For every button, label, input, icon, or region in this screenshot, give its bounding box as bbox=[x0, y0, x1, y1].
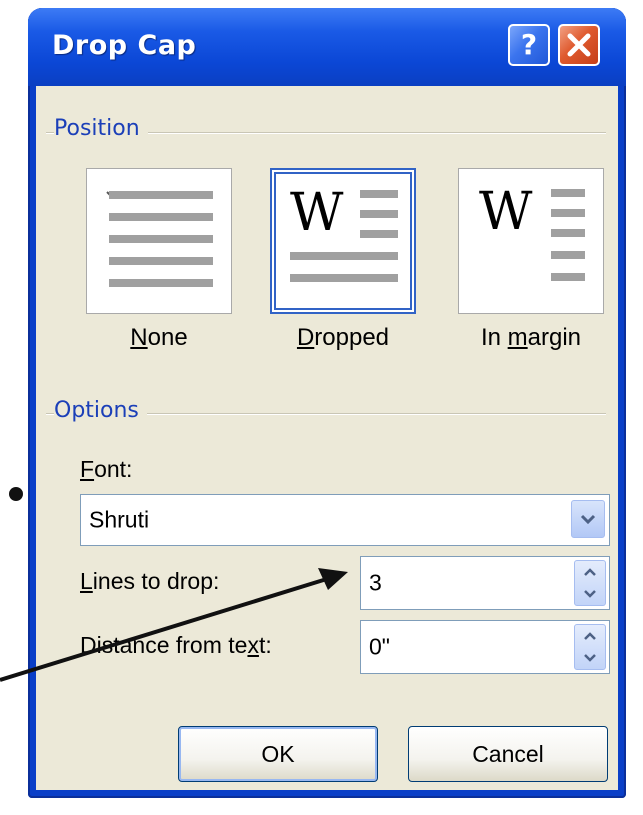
distance-from-text-input[interactable]: 0" bbox=[360, 620, 610, 674]
chevron-down-icon bbox=[584, 654, 596, 662]
position-group-label: Position bbox=[54, 116, 148, 141]
distance-from-text-label: Distance from text: bbox=[80, 632, 272, 658]
chevron-up-icon bbox=[584, 568, 596, 576]
lines-to-drop-spinner[interactable] bbox=[574, 560, 606, 606]
font-value: Shruti bbox=[89, 506, 150, 533]
distance-from-text-spinner[interactable] bbox=[574, 624, 606, 670]
position-dropped-label[interactable]: Dropped bbox=[260, 324, 426, 352]
position-in-margin-label[interactable]: In margin bbox=[448, 324, 614, 352]
position-none-label[interactable]: None bbox=[86, 324, 232, 352]
in-margin-preview-icon: W bbox=[479, 182, 585, 281]
dropped-preview-icon: W bbox=[290, 183, 398, 282]
ok-button[interactable]: OK bbox=[178, 726, 378, 782]
close-button[interactable] bbox=[558, 24, 600, 66]
dialog-title: Drop Cap bbox=[52, 30, 197, 61]
title-bar[interactable]: Drop Cap ? bbox=[28, 8, 626, 86]
drop-cap-dialog: Drop Cap ? Position W W None Dropped In … bbox=[28, 8, 626, 798]
position-in-margin-tile[interactable]: W bbox=[458, 168, 604, 314]
chevron-down-icon bbox=[580, 514, 596, 525]
font-label: Font: bbox=[80, 456, 133, 482]
preview-letter: W bbox=[479, 182, 533, 242]
font-select[interactable]: Shruti bbox=[80, 494, 610, 546]
dialog-body: Position W W None Dropped In margin Opti… bbox=[36, 86, 618, 790]
options-group-label: Options bbox=[54, 398, 147, 423]
position-none-tile[interactable] bbox=[86, 168, 232, 314]
font-dropdown-button[interactable] bbox=[571, 500, 605, 538]
help-button[interactable]: ? bbox=[508, 24, 550, 66]
lines-to-drop-input[interactable]: 3 bbox=[360, 556, 610, 610]
help-icon: ? bbox=[520, 28, 538, 61]
lines-to-drop-label: Lines to drop: bbox=[80, 568, 220, 594]
chevron-down-icon bbox=[584, 590, 596, 598]
spin-down-button[interactable] bbox=[575, 647, 605, 669]
position-dropped-tile[interactable]: W bbox=[270, 168, 416, 314]
lines-to-drop-value: 3 bbox=[369, 569, 382, 596]
annotation-dot bbox=[9, 487, 23, 501]
spin-down-button[interactable] bbox=[575, 583, 605, 605]
close-x-icon bbox=[567, 33, 591, 57]
cancel-button[interactable]: Cancel bbox=[408, 726, 608, 782]
chevron-up-icon bbox=[584, 632, 596, 640]
distance-from-text-value: 0" bbox=[369, 633, 390, 660]
none-preview-icon bbox=[106, 191, 213, 287]
spin-up-button[interactable] bbox=[575, 561, 605, 583]
screenshot-stage: Drop Cap ? Position W W None Dropped In … bbox=[0, 0, 643, 815]
spin-up-button[interactable] bbox=[575, 625, 605, 647]
preview-letter: W bbox=[290, 183, 344, 243]
